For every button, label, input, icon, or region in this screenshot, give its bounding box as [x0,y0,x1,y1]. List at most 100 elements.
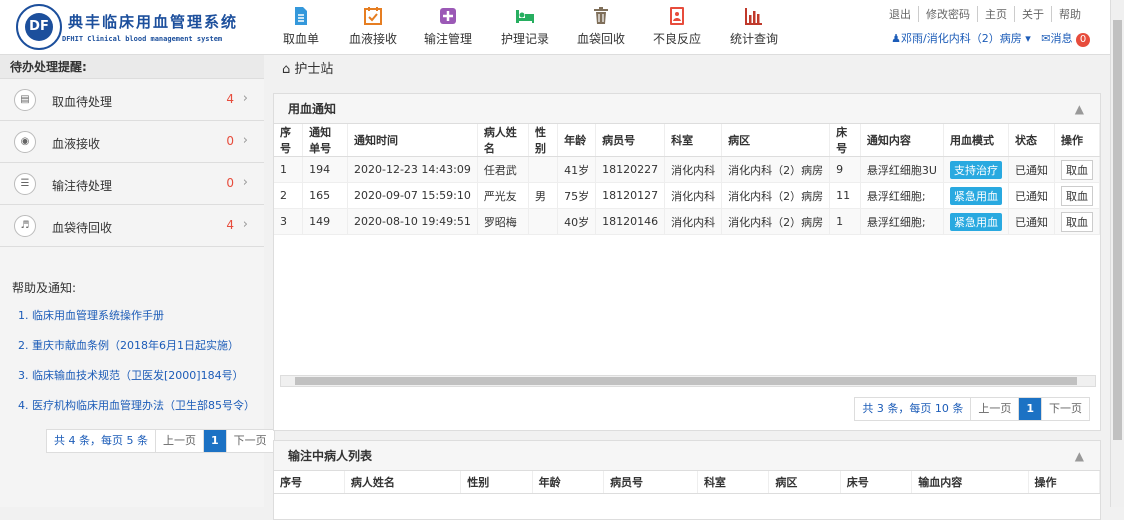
take-blood-button[interactable]: 取血 [1060,211,1093,232]
todo-count: 0 [226,134,234,148]
todo-item-bag-recovery[interactable]: ♬ 血袋待回收 4 › [0,205,264,247]
col-header: 年龄 [557,124,597,157]
cell: 3 [274,208,304,235]
cell: 11 [829,182,861,209]
nav-infusion[interactable]: 输注管理 [411,4,485,47]
table-row[interactable]: 2 165 2020-09-07 15:59:10 严光友男 75岁 18120127 消化… [274,182,1101,209]
sidebar-title: 待办处理提醒: [0,55,264,79]
nav-statistics[interactable]: 统计查询 [717,4,791,47]
about-link[interactable]: 关于 [1014,6,1051,22]
nav-blood-receive[interactable]: 血液接收 [336,4,410,47]
vertical-scrollbar[interactable] [1110,0,1124,507]
cell: 男 [528,182,559,209]
breadcrumb-label: 护士站 [294,62,334,77]
take-blood-button[interactable]: 取血 [1060,185,1093,206]
chevron-right-icon: › [242,175,248,190]
help-link-blood-regulation[interactable]: 4. 医疗机构临床用血管理办法（卫生部85号令） [18,397,255,413]
nav-nursing[interactable]: 护理记录 [488,4,562,47]
nav-bag-recovery[interactable]: 血袋回收 [564,4,638,47]
col-header: 状态 [1008,124,1055,157]
col-header: 性别 [460,471,533,494]
todo-item-blood-request[interactable]: ▤ 取血待处理 4 › [0,79,264,121]
change-password-link[interactable]: 修改密码 [918,6,977,22]
cell: 取血 [1054,156,1101,183]
list-icon: ☰ [14,173,36,195]
table-row[interactable]: 3 149 2020-08-10 19:49:51 罗昭梅 40岁 18120146 消化内… [274,208,1101,235]
logo-mark: DF [25,13,53,41]
cell [528,156,559,183]
blood-mode-badge: 紧急用血 [949,186,1002,205]
collapse-icon[interactable]: ▲ [1075,441,1084,471]
pager-next-button[interactable]: 下一页 [1041,398,1089,420]
pager-current-page[interactable]: 1 [1018,398,1041,420]
cell: 已通知 [1008,182,1055,209]
pager-prev-button[interactable]: 上一页 [970,398,1018,420]
envelope-icon: ✉ [1041,32,1051,45]
cell: 9 [829,156,861,183]
col-header: 通知单号 [302,124,348,157]
col-header: 病员号 [595,124,666,157]
collapse-icon[interactable]: ▲ [1075,94,1084,124]
nav-label: 统计查询 [729,32,778,46]
nav-label: 护理记录 [500,32,549,46]
pager-current-page[interactable]: 1 [202,430,226,452]
help-link-transfusion-spec[interactable]: 3. 临床输血技术规范（卫医发[2000]184号） [18,367,244,383]
cell: 悬浮红细胞3U [860,156,944,183]
pager-prev-button[interactable]: 上一页 [154,430,203,452]
scrollbar-thumb[interactable] [1113,20,1122,440]
horizontal-scrollbar[interactable] [280,375,1096,387]
cell: 取血 [1054,208,1101,235]
cell: 已通知 [1008,156,1055,183]
cell: 悬浮红细胞; [860,208,944,235]
notice-panel-title: 用血通知 [288,102,337,116]
take-blood-button[interactable]: 取血 [1060,159,1093,180]
messages-link[interactable]: 消息 [1051,32,1073,45]
infusion-panel-title: 输注中病人列表 [288,449,373,463]
cell: 取血 [1054,182,1101,209]
messages-count-badge: 0 [1076,33,1090,47]
cell: 消化内科（2）病房 [721,156,831,183]
todo-item-blood-receive[interactable]: ◉ 血液接收 0 › [0,121,264,163]
user-menu[interactable]: 邓雨/消化内科（2）病房 [901,32,1022,45]
col-header: 操作 [1028,471,1101,494]
nav-label: 血袋回收 [576,32,625,46]
cell: 194 [302,156,348,183]
nav-label: 血液接收 [348,32,397,46]
todo-item-infusion[interactable]: ☰ 输注待处理 0 › [0,163,264,205]
bed-icon [516,10,534,23]
col-header: 年龄 [532,471,605,494]
logout-link[interactable]: 退出 [882,6,918,22]
nav-blood-request[interactable]: 取血单 [264,4,338,47]
nav-adverse-reaction[interactable]: 不良反应 [640,4,714,47]
chevron-right-icon: › [242,133,248,148]
volume-icon: ♬ [14,215,36,237]
table-header-row: 序号 通知单号 通知时间 病人姓名 性别 年龄 病员号 科室 病区 床号 通知内… [274,124,1101,157]
scrollbar-thumb[interactable] [295,377,1077,385]
blood-mode-badge: 支持治疗 [949,160,1002,179]
home-link[interactable]: 主页 [977,6,1014,22]
cell: 2 [274,182,304,209]
notice-panel: 用血通知 ▲ 序号 通知单号 通知时间 病人姓名 性别 年龄 病员号 科室 病区… [273,93,1101,431]
cell: 严光友 [477,182,529,209]
col-header: 通知时间 [347,124,478,157]
todo-count: 4 [226,92,234,106]
help-title: 帮助及通知: [12,281,77,295]
top-links: 退出 修改密码 主页 关于 帮助 [882,6,1088,22]
cell: 已通知 [1008,208,1055,235]
help-link-donation-act[interactable]: 2. 重庆市献血条例（2018年6月1日起实施） [18,337,239,353]
todo-count: 0 [226,176,234,190]
help-link[interactable]: 帮助 [1051,6,1088,22]
help-link-manual[interactable]: 1. 临床用血管理系统操作手册 [18,307,164,323]
table-header-row: 序号 病人姓名 性别 年龄 病员号 科室 病区 床号 输血内容 操作 [274,471,1101,494]
report-icon [670,7,684,25]
infusion-table: 序号 病人姓名 性别 年龄 病员号 科室 病区 床号 输血内容 操作 [274,471,1101,494]
pager-summary: 共 4 条，每页 5 条 [54,434,148,447]
cell: 149 [302,208,348,235]
cell [528,208,559,235]
camera-icon: ◉ [14,131,36,153]
table-row[interactable]: 1 194 2020-12-23 14:43:09 任君武 41岁 18120227 消化内… [274,156,1101,183]
cell: 1 [274,156,304,183]
pager-summary: 共 3 条，每页 10 条 [862,402,964,415]
todo-label: 血液接收 [52,137,101,151]
cell: 165 [302,182,348,209]
